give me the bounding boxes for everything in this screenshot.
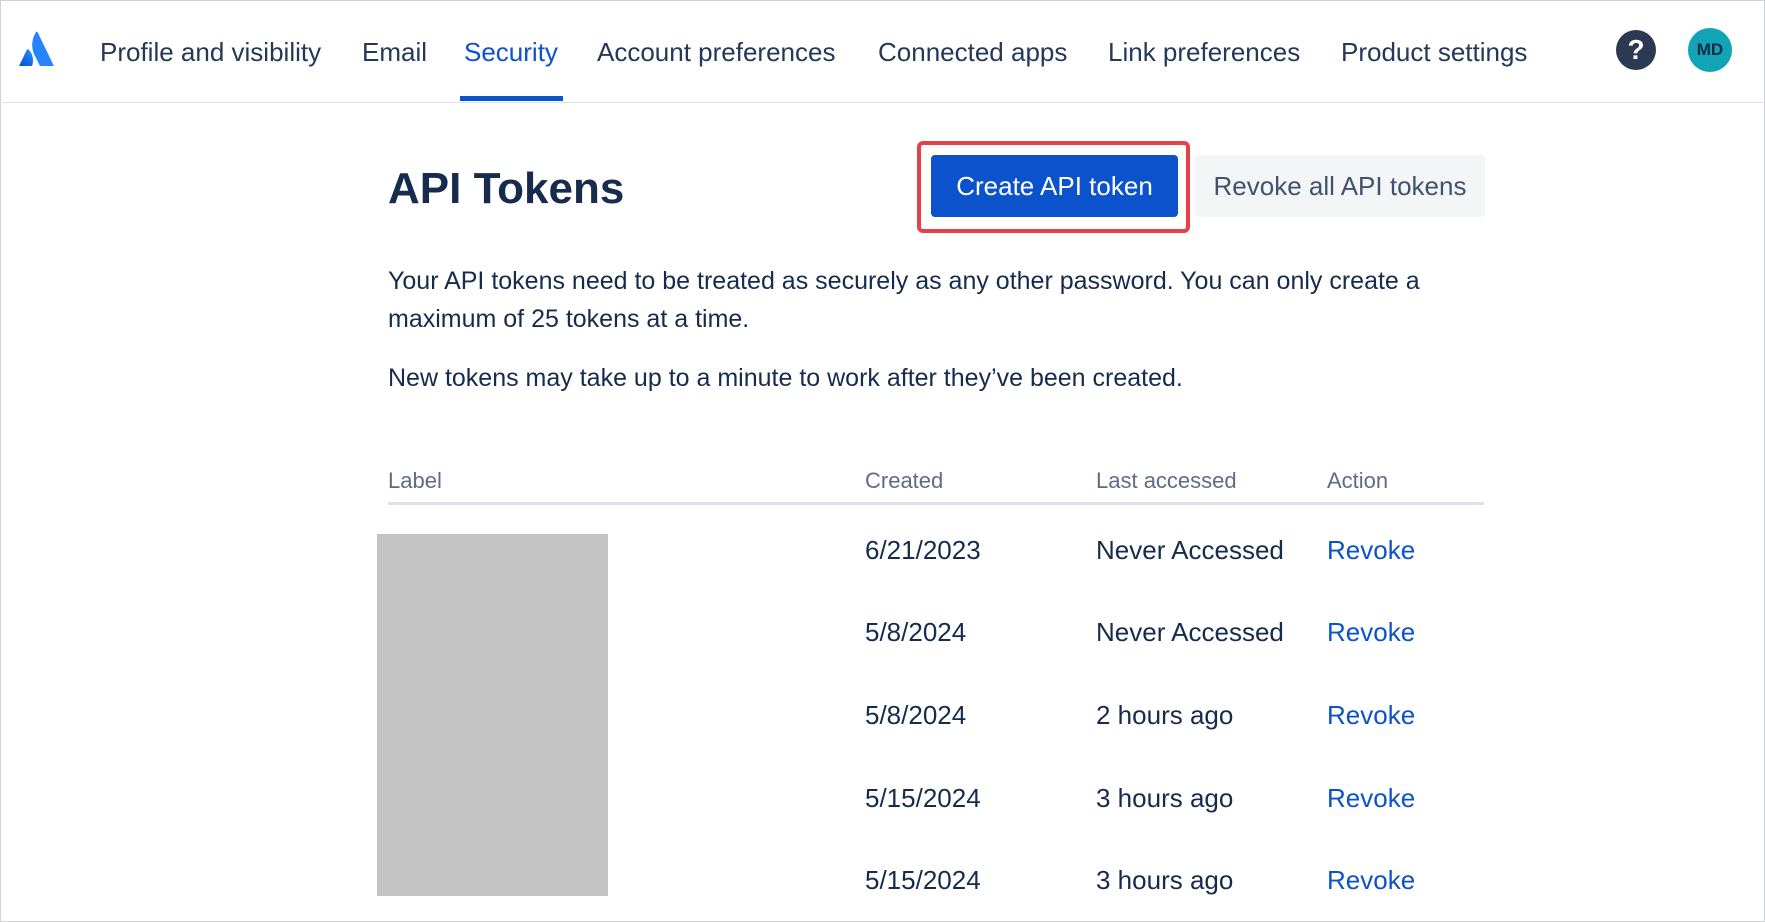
row-2-last-accessed: Never Accessed: [1096, 617, 1284, 647]
nav-email[interactable]: Email: [362, 32, 427, 72]
atlassian-logo-icon[interactable]: [18, 30, 56, 68]
row-5-created: 5/15/2024: [865, 865, 981, 895]
row-3-last-accessed: 2 hours ago: [1096, 700, 1234, 730]
redacted-token-labels: [377, 534, 608, 896]
row-1-created: 6/21/2023: [865, 535, 981, 565]
column-header-action: Action: [1327, 468, 1389, 493]
column-header-created: Created: [865, 468, 944, 493]
nav-account-preferences[interactable]: Account preferences: [597, 32, 835, 72]
row-5-revoke-link[interactable]: Revoke: [1327, 862, 1415, 898]
nav-connected-apps[interactable]: Connected apps: [878, 32, 1067, 72]
row-3-revoke-link[interactable]: Revoke: [1327, 697, 1415, 733]
revoke-all-api-tokens-button[interactable]: Revoke all API tokens: [1195, 155, 1485, 217]
active-tab-indicator: [460, 96, 563, 101]
row-2-created: 5/8/2024: [865, 617, 967, 647]
nav-link-preferences[interactable]: Link preferences: [1108, 32, 1300, 72]
column-header-label: Label: [388, 468, 442, 493]
table-header-divider: [388, 502, 1484, 505]
row-4-revoke-link[interactable]: Revoke: [1327, 780, 1415, 816]
row-1-revoke-link[interactable]: Revoke: [1327, 532, 1415, 568]
row-4-last-accessed: 3 hours ago: [1096, 783, 1234, 813]
row-1-last-accessed: Never Accessed: [1096, 535, 1284, 565]
row-4-created: 5/15/2024: [865, 783, 981, 813]
row-3-created: 5/8/2024: [865, 700, 967, 730]
token-activation-note: New tokens may take up to a minute to wo…: [388, 364, 1183, 392]
create-api-token-button[interactable]: Create API token: [931, 155, 1178, 217]
nav-product-settings[interactable]: Product settings: [1341, 32, 1527, 72]
nav-profile-and-visibility[interactable]: Profile and visibility: [100, 32, 321, 72]
top-navigation: Profile and visibility Email Security Ac…: [0, 0, 1765, 103]
nav-security[interactable]: Security: [464, 32, 558, 72]
page-title: API Tokens: [388, 164, 625, 213]
row-2-revoke-link[interactable]: Revoke: [1327, 614, 1415, 650]
help-icon[interactable]: ?: [1616, 30, 1656, 70]
avatar[interactable]: MD: [1688, 28, 1732, 72]
column-header-last-accessed: Last accessed: [1096, 468, 1237, 493]
row-5-last-accessed: 3 hours ago: [1096, 865, 1234, 895]
security-description: Your API tokens need to be treated as se…: [388, 267, 1420, 333]
